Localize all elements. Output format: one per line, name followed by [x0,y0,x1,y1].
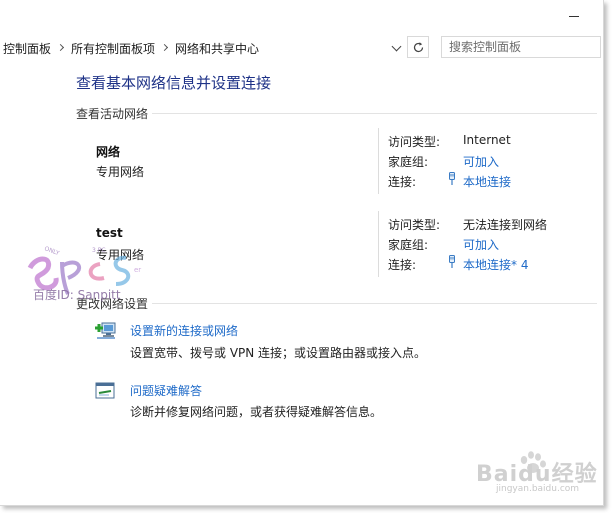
connection-link[interactable]: 本地连接 [463,173,511,190]
homegroup-label: 家庭组: [388,238,429,252]
breadcrumb-chevron-icon[interactable] [54,35,68,61]
refresh-button[interactable] [407,36,429,58]
network-category: 专用网络 [96,165,145,179]
setup-connection-link[interactable]: 设置新的连接或网络 [130,322,238,339]
breadcrumb-network-center[interactable]: 网络和共享中心 [172,40,262,57]
access-type-label: 访问类型: [388,135,441,149]
connection-link[interactable]: 本地连接* 4 [463,256,528,273]
page-title: 查看基本网络信息并设置连接 [76,74,272,92]
ethernet-icon [449,172,455,185]
access-type-value: Internet [463,133,511,147]
connection-label: 连接: [388,175,417,189]
main-content: 查看基本网络信息并设置连接 查看活动网络 网络 专用网络 访问类型: Inter… [0,62,603,505]
breadcrumb: 控制面板 所有控制面板项 网络和共享中心 [0,35,405,61]
vertical-divider [378,211,379,277]
breadcrumb-all-items[interactable]: 所有控制面板项 [68,40,158,57]
homegroup-link[interactable]: 可加入 [463,236,499,253]
watermark-url: jingyan.baidu.com [496,484,580,494]
homegroup-label: 家庭组: [388,155,429,169]
troubleshoot-icon [95,382,115,399]
connection-label: 连接: [388,258,417,272]
window: 控制面板 所有控制面板项 网络和共享中心 查看基本网络信息并设置连接 查看活动网… [0,0,604,506]
troubleshoot-link[interactable]: 问题疑难解答 [130,382,202,399]
network-name: 网络 [96,145,121,159]
network-category: 专用网络 [96,248,145,262]
breadcrumb-chevron-icon[interactable] [158,35,172,61]
title-bar [0,0,603,32]
access-type-value: 无法连接到网络 [463,218,548,232]
active-networks-header: 查看活动网络 [76,107,149,121]
vertical-divider [378,128,379,194]
network-name: test [96,226,123,240]
minimize-button[interactable] [566,12,582,24]
address-bar: 控制面板 所有控制面板项 网络和共享中心 [0,35,603,61]
section-divider [152,113,597,114]
homegroup-link[interactable]: 可加入 [463,153,499,170]
setup-connection-description: 设置宽带、拨号或 VPN 连接；或设置路由器或接入点。 [130,346,427,360]
refresh-icon [413,42,424,53]
watermark-id: 百度ID: Sanpitt [33,288,121,302]
ethernet-icon [449,255,455,268]
search-input[interactable] [441,36,601,58]
troubleshoot-description: 诊断并修复网络问题，或者获得疑难解答信息。 [130,405,383,419]
section-divider [152,303,597,304]
access-type-label: 访问类型: [388,218,441,232]
breadcrumb-control-panel[interactable]: 控制面板 [0,40,54,57]
address-dropdown-icon[interactable] [388,35,406,61]
new-connection-icon [95,322,116,339]
